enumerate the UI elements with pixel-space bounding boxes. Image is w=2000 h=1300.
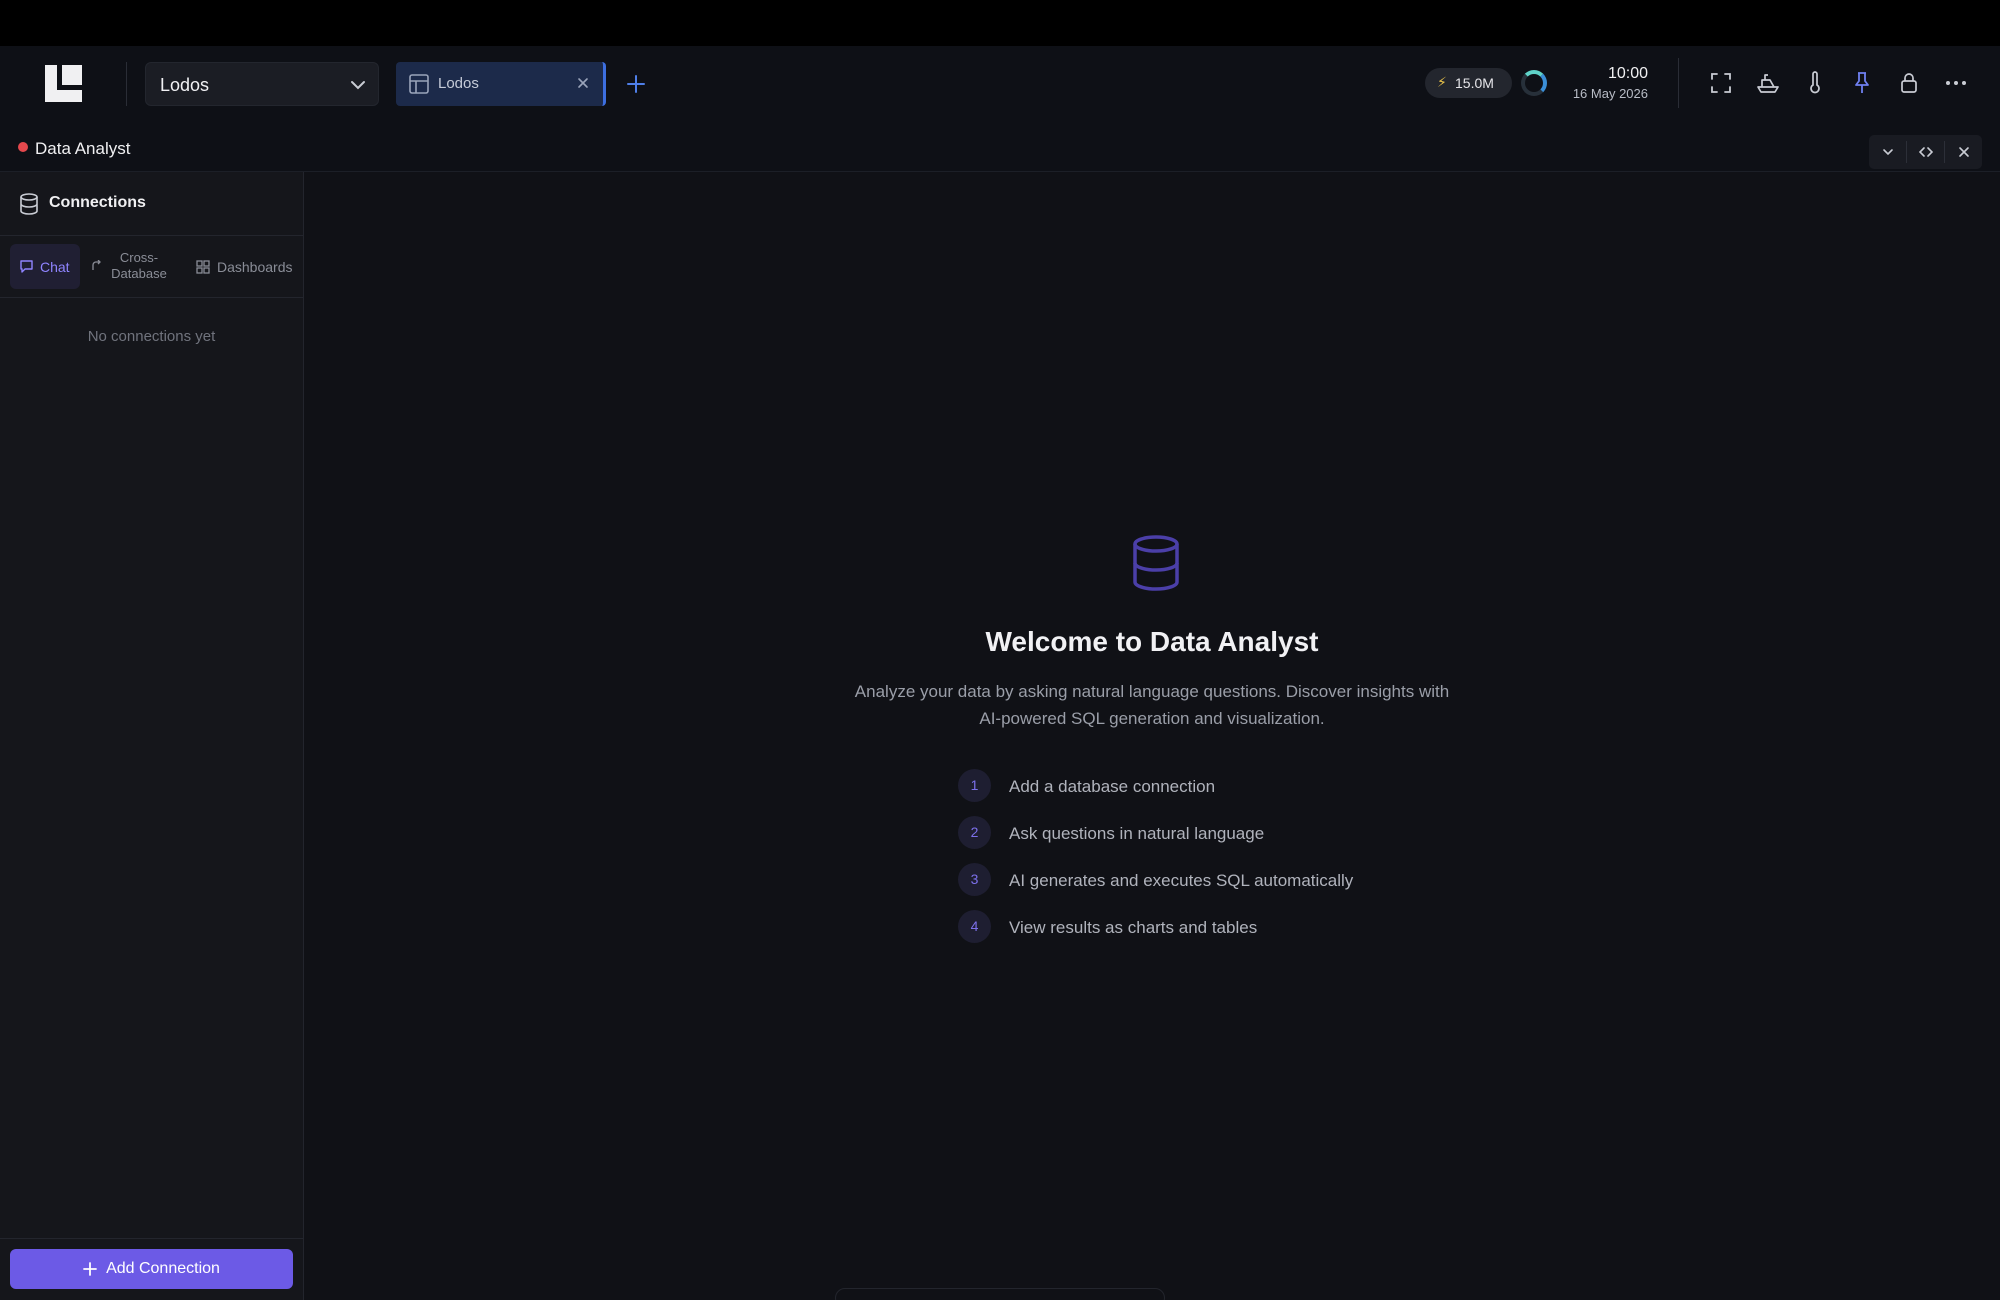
workspace-select-label: Lodos (160, 75, 210, 95)
chat-icon (20, 260, 33, 273)
list-item: 4 View results as charts and tables (958, 910, 1558, 944)
tab-dashboards[interactable]: Dashboards (196, 244, 300, 289)
welcome-description: Analyze your data by asking natural lang… (854, 682, 1450, 728)
sidebar-header: Connections (0, 172, 303, 236)
list-item: 1 Add a database connection (958, 769, 1558, 803)
plus-icon (83, 1262, 97, 1276)
token-usage-value: 15.0M (1455, 75, 1494, 91)
code-view-button[interactable] (1907, 135, 1944, 169)
step-number: 1 (958, 769, 991, 802)
database-icon (20, 193, 38, 215)
step-text: Ask questions in natural language (1009, 824, 1265, 843)
add-connection-label: Add Connection (106, 1260, 220, 1277)
divider (126, 62, 127, 106)
welcome-title: Welcome to Data Analyst (985, 626, 1319, 657)
tab-cross-database-label: Cross-Database (111, 250, 167, 281)
code-icon (1918, 147, 1933, 157)
panel-title: Data Analyst (35, 139, 131, 158)
lock-icon[interactable] (1896, 70, 1922, 96)
database-icon (1133, 535, 1179, 591)
workspace-select[interactable]: Lodos (145, 62, 379, 106)
status-dot (18, 142, 28, 152)
clock-date: 16 May 2026 (1572, 86, 1648, 101)
tab-cross-database[interactable]: Cross-Database (88, 244, 178, 289)
fullscreen-icon[interactable] (1708, 70, 1734, 96)
tab-lodos[interactable]: Lodos (396, 62, 606, 106)
close-icon[interactable] (575, 75, 591, 91)
collapse-button[interactable] (1869, 135, 1906, 169)
chevron-down-icon (351, 81, 365, 90)
token-usage-badge: ⚡ 15.0M (1425, 68, 1512, 98)
temperature-icon[interactable] (1802, 70, 1828, 96)
step-text: Add a database connection (1009, 777, 1216, 796)
step-number: 2 (958, 816, 991, 849)
list-item: 2 Ask questions in natural language (958, 816, 1558, 850)
step-text: View results as charts and tables (1009, 918, 1258, 937)
sidebar-tabs: Chat Cross-Database Dashboards (0, 236, 303, 298)
dashboard-grid-icon (196, 260, 210, 274)
step-text: AI generates and executes SQL automatica… (1009, 871, 1354, 890)
cross-database-icon (92, 260, 101, 270)
clock-time: 10:00 (1607, 65, 1648, 82)
window-top-strip (0, 0, 2000, 46)
close-icon (1958, 147, 1969, 157)
list-item: 3 AI generates and executes SQL automati… (958, 863, 1558, 897)
add-connection-button[interactable]: Add Connection (10, 1249, 293, 1289)
sidebar-footer: Add Connection (0, 1238, 303, 1300)
sidebar-title: Connections (49, 194, 146, 211)
step-number: 3 (958, 863, 991, 896)
main-content: Welcome to Data Analyst Analyze your dat… (304, 172, 2000, 1300)
sidebar: Connections Chat Cross-Database Dashboar… (0, 172, 304, 1300)
tab-dashboards-label: Dashboards (217, 259, 293, 275)
chat-input-box[interactable] (835, 1288, 1165, 1300)
tab-chat-label: Chat (40, 259, 70, 275)
bolt-icon: ⚡ (1437, 74, 1447, 90)
panel-header: Data Analyst (0, 126, 2000, 172)
divider (1678, 58, 1679, 108)
close-panel-button[interactable] (1945, 135, 1982, 169)
plus-icon[interactable] (624, 72, 648, 96)
tab-label: Lodos (438, 75, 479, 92)
chevron-down-icon (1882, 149, 1893, 156)
ship-icon[interactable] (1755, 70, 1781, 96)
step-number: 4 (958, 910, 991, 943)
top-bar: Lodos Lodos ⚡ 15.0M 10:00 16 May 2026 (0, 46, 2000, 126)
pin-icon[interactable] (1849, 70, 1875, 96)
app-logo[interactable] (45, 65, 82, 102)
empty-connections-text: No connections yet (87, 328, 216, 345)
tab-chat[interactable]: Chat (10, 244, 80, 289)
layout-icon (409, 74, 429, 94)
panel-controls (1869, 135, 1982, 169)
more-icon[interactable] (1943, 70, 1969, 96)
